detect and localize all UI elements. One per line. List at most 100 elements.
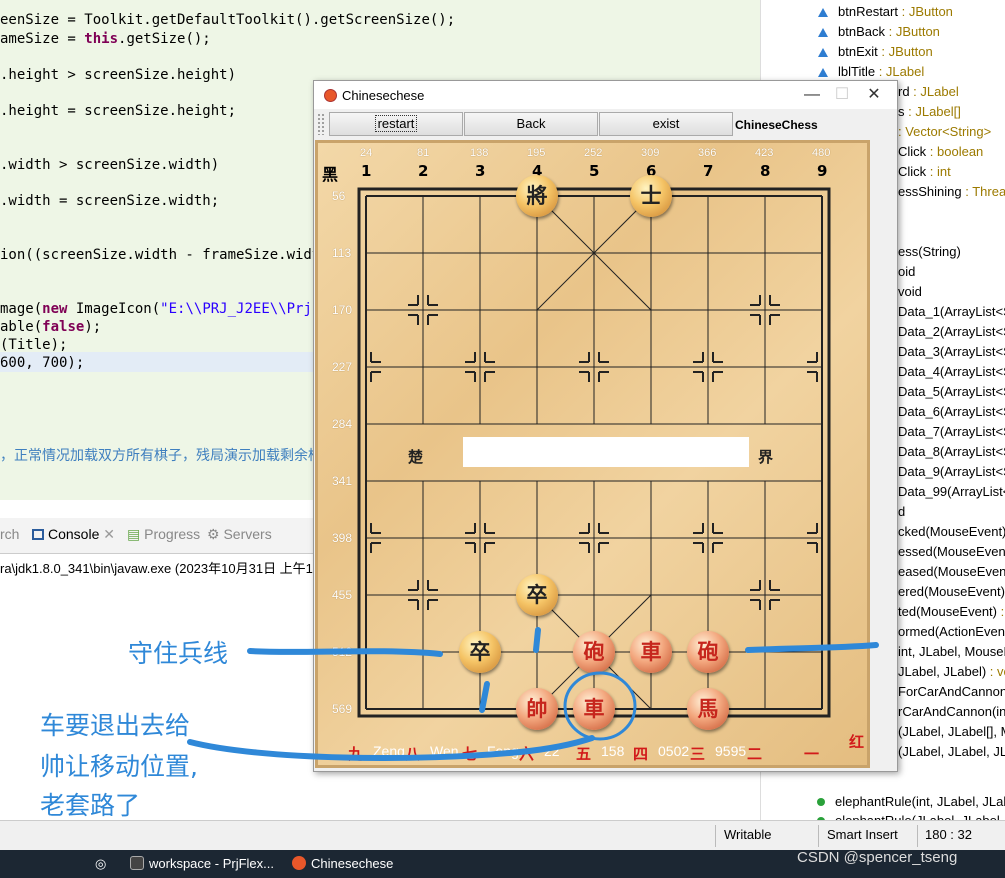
outline-member[interactable]: Data_3(ArrayList<S [898,344,1005,364]
board-bottom-text: 22 [544,743,560,759]
outline-member[interactable]: eased(MouseEvent [898,564,1005,584]
tab-servers[interactable]: ⚙ Servers [207,526,272,543]
red-file-number: 六 [519,745,535,763]
chess-piece[interactable]: 砲 [573,631,615,673]
outline-member[interactable]: essShining : Thread [898,184,1005,204]
file-number: 3 [475,162,486,180]
code-line: mage(new ImageIcon("E:\\PRJ_J2EE\\PrjFl [0,301,329,317]
status-bar: Writable Smart Insert 180 : 32 [0,820,1005,850]
board-bottom-text: 9595 [715,743,747,759]
tab-progress[interactable]: ▤ Progress [127,526,200,543]
code-line: (Title); [0,337,68,353]
chess-piece[interactable]: 車 [630,631,672,673]
chess-piece[interactable]: 卒 [459,631,501,673]
outline-member[interactable]: Data_7(ArrayList<S [898,424,1005,444]
close-icon[interactable]: ✕ [103,526,115,542]
outline-field[interactable]: btnRestart : JButton [761,4,953,24]
outline-member[interactable]: rCarAndCannon(int [898,704,1005,724]
taskbar-item-eclipse[interactable]: workspace - PrjFlex... [130,856,274,871]
toolbar-grip[interactable] [317,113,325,135]
outline-method[interactable]: elephantRule(int, JLabel, JLab [761,794,1005,814]
outline-member[interactable]: ForCarAndCannon( [898,684,1005,704]
taskbar-item-chinesechese[interactable]: Chinesechese [292,856,393,871]
board-bottom-text: 158 [601,743,625,759]
file-number: 7 [703,162,714,180]
red-file-number: 七 [462,745,478,763]
chess-piece[interactable]: 卒 [516,574,558,616]
river-label: 楚 [408,448,424,466]
outline-member[interactable]: (JLabel, JLabel[], M [898,724,1005,744]
chess-title-label: ChineseChess [735,118,818,132]
chinesechess-window: Chinesechese — ☐ ✕ restart Back exist Ch… [313,80,898,772]
red-side-label: 红 [849,733,865,751]
outline-member[interactable]: essed(MouseEvent) [898,544,1005,564]
outline-member[interactable]: int, JLabel, MouseE [898,644,1005,664]
outline-member[interactable]: Data_9(ArrayList<S [898,464,1005,484]
outline-member[interactable]: Data_8(ArrayList<S [898,444,1005,464]
chess-piece[interactable]: 馬 [687,688,729,730]
annotation-note-2: 帅让移动位置, [40,752,198,781]
exit-button[interactable]: exist [599,112,733,136]
outline-member[interactable]: (JLabel, JLabel, JLa [898,744,1005,764]
chess-piece[interactable]: 砲 [687,631,729,673]
outline-member[interactable]: Data_4(ArrayList<S [898,364,1005,384]
file-number: 1 [361,162,372,180]
outline-member[interactable]: ess(String) [898,244,961,264]
minimize-button[interactable]: — [797,84,827,106]
outline-member[interactable]: Click : boolean [898,144,983,164]
outline-member[interactable]: s : JLabel[] [898,104,961,124]
black-side-label: 黑 [322,165,339,184]
top-coordinate: 309 [641,147,660,159]
outline-member[interactable]: Data_1(ArrayList<S [898,304,1005,324]
red-file-number: 八 [405,745,421,763]
outline-member[interactable]: oid [898,264,915,284]
outline-member[interactable]: ered(MouseEvent) [898,584,1005,604]
outline-member[interactable]: cked(MouseEvent) [898,524,1005,544]
maximize-button[interactable]: ☐ [827,84,857,106]
close-button[interactable]: ✕ [859,84,889,106]
rank-coordinate: 113 [332,246,352,260]
back-button[interactable]: Back [464,112,598,136]
chess-piece[interactable]: 車 [573,688,615,730]
tab-progress-label: Progress [144,526,201,542]
field-icon [818,28,828,37]
outline-member[interactable]: void [898,284,922,304]
obs-icon[interactable]: ◎ [95,856,106,872]
status-insert-mode: Smart Insert [827,827,898,842]
tab-console[interactable]: Console ✕ [32,526,115,543]
outline-field[interactable]: btnBack : JButton [761,24,940,44]
file-number: 9 [817,162,828,180]
outline-field[interactable]: btnExit : JButton [761,44,933,64]
board-bottom-text: Feng [487,743,519,759]
outline-member[interactable]: ted(MouseEvent) : [898,604,1004,624]
outline-member[interactable]: Data_6(ArrayList<S [898,404,1005,424]
annotation-guard-line: 守住兵线 [128,639,229,668]
window-titlebar[interactable]: Chinesechese — ☐ ✕ [314,81,897,109]
status-writable: Writable [724,827,772,842]
outline-member[interactable]: ormed(ActionEvent [898,624,1005,644]
app-icon [292,856,306,870]
code-line: .height = screenSize.height; [0,103,237,119]
restart-button[interactable]: restart [329,112,463,136]
outline-member[interactable]: d [898,504,905,524]
river-label: 界 [758,448,774,466]
top-coordinate: 81 [417,147,430,159]
chess-piece[interactable]: 帥 [516,688,558,730]
outline-member[interactable]: Click : int [898,164,951,184]
river-text-box [463,437,749,467]
outline-member[interactable]: : Vector<String> [898,124,991,144]
tab-search[interactable]: rch [0,526,19,542]
outline-member[interactable]: Data_99(ArrayList< [898,484,1005,504]
red-file-number: 一 [804,745,820,763]
outline-member[interactable]: rd : JLabel [898,84,959,104]
outline-member[interactable]: Data_5(ArrayList<S [898,384,1005,404]
chess-piece[interactable]: 士 [630,175,672,217]
outline-member[interactable]: JLabel, JLabel) : vo [898,664,1005,684]
console-icon [32,529,44,540]
chess-board[interactable]: 24 81 138 195 252 309 366 423 480 1 2 3 4 5 6 7 8 9 56 113 1… [315,140,870,768]
tab-console-label: Console [48,526,100,542]
chess-piece[interactable]: 將 [516,175,558,217]
top-coordinate: 423 [755,147,774,159]
board-bottom-text: Wen [430,743,459,759]
outline-member[interactable]: Data_2(ArrayList<S [898,324,1005,344]
